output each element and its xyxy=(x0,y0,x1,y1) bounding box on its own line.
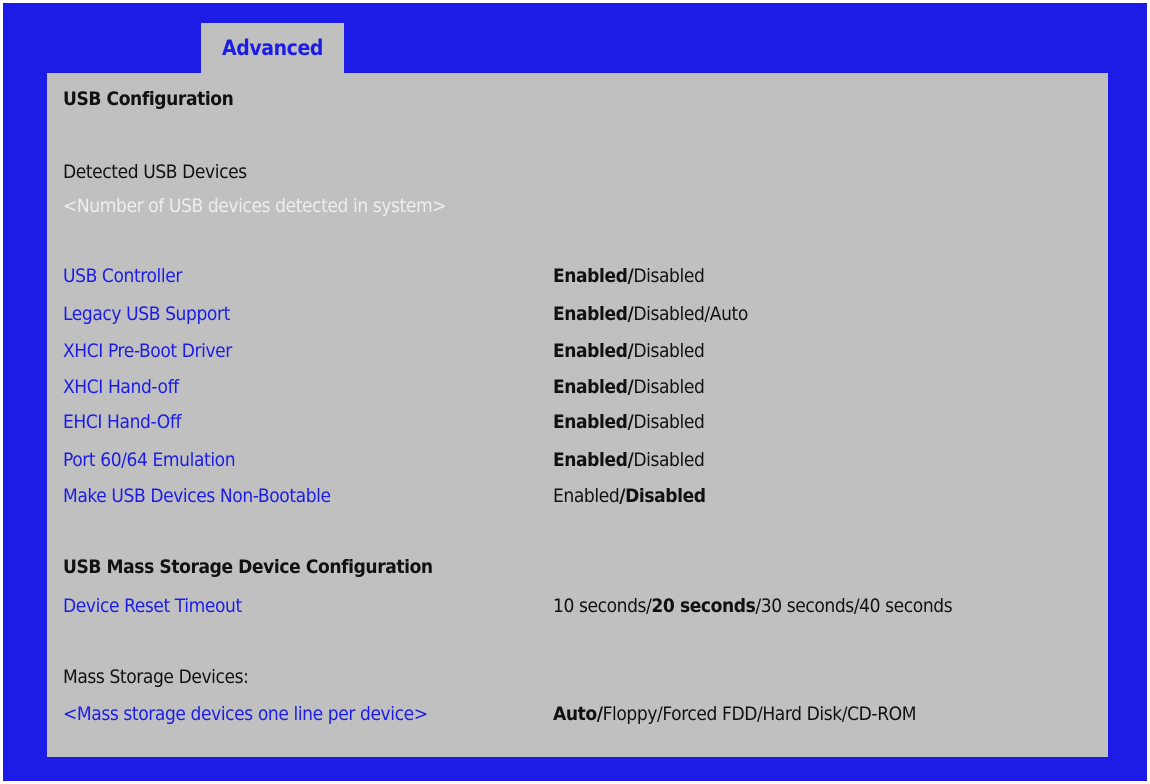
setting-make-usb-devices-non-bootable[interactable]: Make USB Devices Non-Bootable Enabled/Di… xyxy=(47,482,1108,510)
section-title: USB Configuration xyxy=(63,88,234,110)
option-part: Auto xyxy=(553,703,597,725)
setting-label: USB Controller xyxy=(63,265,182,287)
option-part: Disabled xyxy=(633,340,705,362)
mass-storage-section-title: USB Mass Storage Device Configuration xyxy=(63,556,433,578)
option-part: Enabled xyxy=(553,411,628,433)
setting-label: EHCI Hand-Off xyxy=(63,411,182,433)
setting-options[interactable]: Enabled/Disabled xyxy=(553,373,705,401)
detected-usb-label: Detected USB Devices xyxy=(63,161,247,183)
setting-options[interactable]: Auto/Floppy/Forced FDD/Hard Disk/CD-ROM xyxy=(553,700,916,728)
setting-mass-storage-device[interactable]: <Mass storage devices one line per devic… xyxy=(47,700,1108,728)
setting-options[interactable]: Enabled/Disabled xyxy=(553,408,705,436)
option-part: Enabled xyxy=(553,340,628,362)
setting-usb-controller[interactable]: USB Controller Enabled/Disabled xyxy=(47,262,1108,290)
setting-options[interactable]: Enabled/Disabled xyxy=(553,446,705,474)
setting-label: Legacy USB Support xyxy=(63,303,230,325)
tab-advanced[interactable]: Advanced xyxy=(201,23,344,76)
option-part: Enabled xyxy=(553,303,628,325)
setting-label: XHCI Hand-off xyxy=(63,376,179,398)
setting-label: XHCI Pre-Boot Driver xyxy=(63,340,232,362)
option-part: Enabled xyxy=(553,485,620,507)
option-part: Enabled xyxy=(553,449,628,471)
option-part: Disabled xyxy=(633,376,705,398)
setting-options[interactable]: Enabled/Disabled xyxy=(553,482,706,510)
option-part: Disabled xyxy=(625,485,706,507)
option-part: 10 seconds/ xyxy=(553,595,652,617)
setting-options[interactable]: Enabled/Disabled xyxy=(553,337,705,365)
option-part: Enabled xyxy=(553,265,628,287)
option-part: Disabled/Auto xyxy=(633,303,748,325)
option-part: Disabled xyxy=(633,411,705,433)
setting-port-60-64-emulation[interactable]: Port 60/64 Emulation Enabled/Disabled xyxy=(47,446,1108,474)
option-part: /30 seconds/40 seconds xyxy=(755,595,953,617)
setting-label: Make USB Devices Non-Bootable xyxy=(63,485,331,507)
option-part: Enabled xyxy=(553,376,628,398)
mass-storage-devices-placeholder: <Mass storage devices one line per devic… xyxy=(63,703,428,725)
detected-usb-placeholder: <Number of USB devices detected in syste… xyxy=(63,195,447,217)
setting-options[interactable]: 10 seconds/20 seconds/30 seconds/40 seco… xyxy=(553,592,953,620)
setting-xhci-hand-off[interactable]: XHCI Hand-off Enabled/Disabled xyxy=(47,373,1108,401)
setting-device-reset-timeout[interactable]: Device Reset Timeout 10 seconds/20 secon… xyxy=(47,592,1108,620)
setting-options[interactable]: Enabled/Disabled/Auto xyxy=(553,300,748,328)
option-part: Floppy/Forced FDD/Hard Disk/CD-ROM xyxy=(602,703,917,725)
option-part: 20 seconds xyxy=(651,595,756,617)
setting-legacy-usb-support[interactable]: Legacy USB Support Enabled/Disabled/Auto xyxy=(47,300,1108,328)
setting-label: Device Reset Timeout xyxy=(63,595,242,617)
setting-label: Port 60/64 Emulation xyxy=(63,449,236,471)
setting-xhci-pre-boot-driver[interactable]: XHCI Pre-Boot Driver Enabled/Disabled xyxy=(47,337,1108,365)
option-part: Disabled xyxy=(633,449,705,471)
option-part: Disabled xyxy=(633,265,705,287)
setting-ehci-hand-off[interactable]: EHCI Hand-Off Enabled/Disabled xyxy=(47,408,1108,436)
mass-storage-devices-label: Mass Storage Devices: xyxy=(63,666,249,688)
bios-frame: Advanced USB Configuration Detected USB … xyxy=(3,3,1147,781)
settings-panel: USB Configuration Detected USB Devices <… xyxy=(47,73,1108,757)
setting-options[interactable]: Enabled/Disabled xyxy=(553,262,705,290)
